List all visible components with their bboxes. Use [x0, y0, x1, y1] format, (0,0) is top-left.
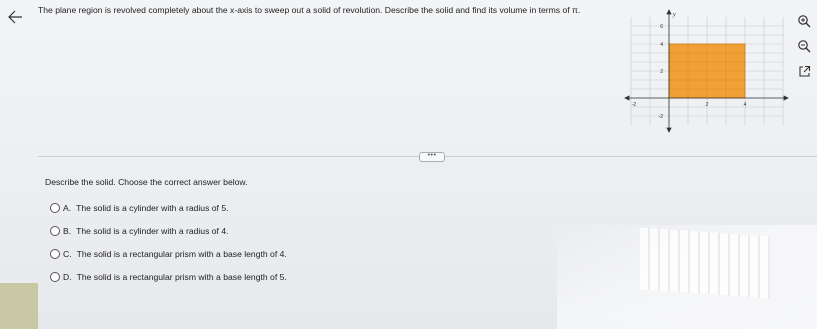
open-new-window-button[interactable] — [795, 62, 813, 80]
glare-reflection — [640, 227, 770, 299]
radio-button[interactable] — [50, 272, 60, 283]
x-tick-2: 2 — [706, 102, 709, 108]
y-axis-label: y — [672, 12, 676, 18]
zoom-in-icon — [798, 15, 811, 28]
x-tick-neg2: -2 — [632, 102, 637, 108]
x-tick-4: 4 — [744, 102, 747, 108]
choice-letter: D. — [63, 272, 72, 283]
radio-button[interactable] — [50, 225, 60, 236]
choice-b[interactable]: B. The solid is a cylinder with a radius… — [50, 225, 287, 236]
choice-letter: A. — [63, 202, 72, 213]
choice-text: The solid is a cylinder with a radius of… — [76, 202, 229, 213]
y-tick-4: 4 — [660, 42, 663, 48]
zoom-in-button[interactable] — [795, 12, 813, 30]
corner-shadow — [0, 283, 38, 329]
arrow-left-icon — [8, 10, 22, 24]
y-tick-neg2: -2 — [659, 114, 664, 120]
screen-glare — [557, 225, 817, 329]
choice-text: The solid is a cylinder with a radius of… — [76, 225, 229, 236]
region-graph: y 6 4 2 -2 -2 2 4 — [624, 9, 789, 133]
back-button[interactable] — [4, 6, 26, 28]
choice-a[interactable]: A. The solid is a cylinder with a radius… — [50, 202, 287, 213]
choice-c[interactable]: C. The solid is a rectangular prism with… — [50, 249, 287, 260]
answer-choices: A. The solid is a cylinder with a radius… — [50, 202, 287, 295]
y-tick-2: 2 — [660, 69, 663, 75]
zoom-out-button[interactable] — [795, 37, 813, 55]
choice-text: The solid is a rectangular prism with a … — [76, 249, 287, 260]
choice-letter: C. — [63, 249, 72, 260]
zoom-out-icon — [798, 40, 811, 53]
choice-letter: B. — [63, 225, 72, 236]
radio-button[interactable] — [50, 249, 60, 260]
expand-handle[interactable]: ••• — [419, 152, 445, 162]
answer-prompt: Describe the solid. Choose the correct a… — [45, 177, 248, 187]
radio-button[interactable] — [50, 202, 60, 213]
choice-text: The solid is a rectangular prism with a … — [76, 272, 287, 283]
y-tick-6: 6 — [660, 24, 663, 30]
question-text: The plane region is revolved completely … — [38, 5, 581, 15]
external-link-icon — [798, 65, 810, 77]
choice-d[interactable]: D. The solid is a rectangular prism with… — [50, 272, 287, 283]
